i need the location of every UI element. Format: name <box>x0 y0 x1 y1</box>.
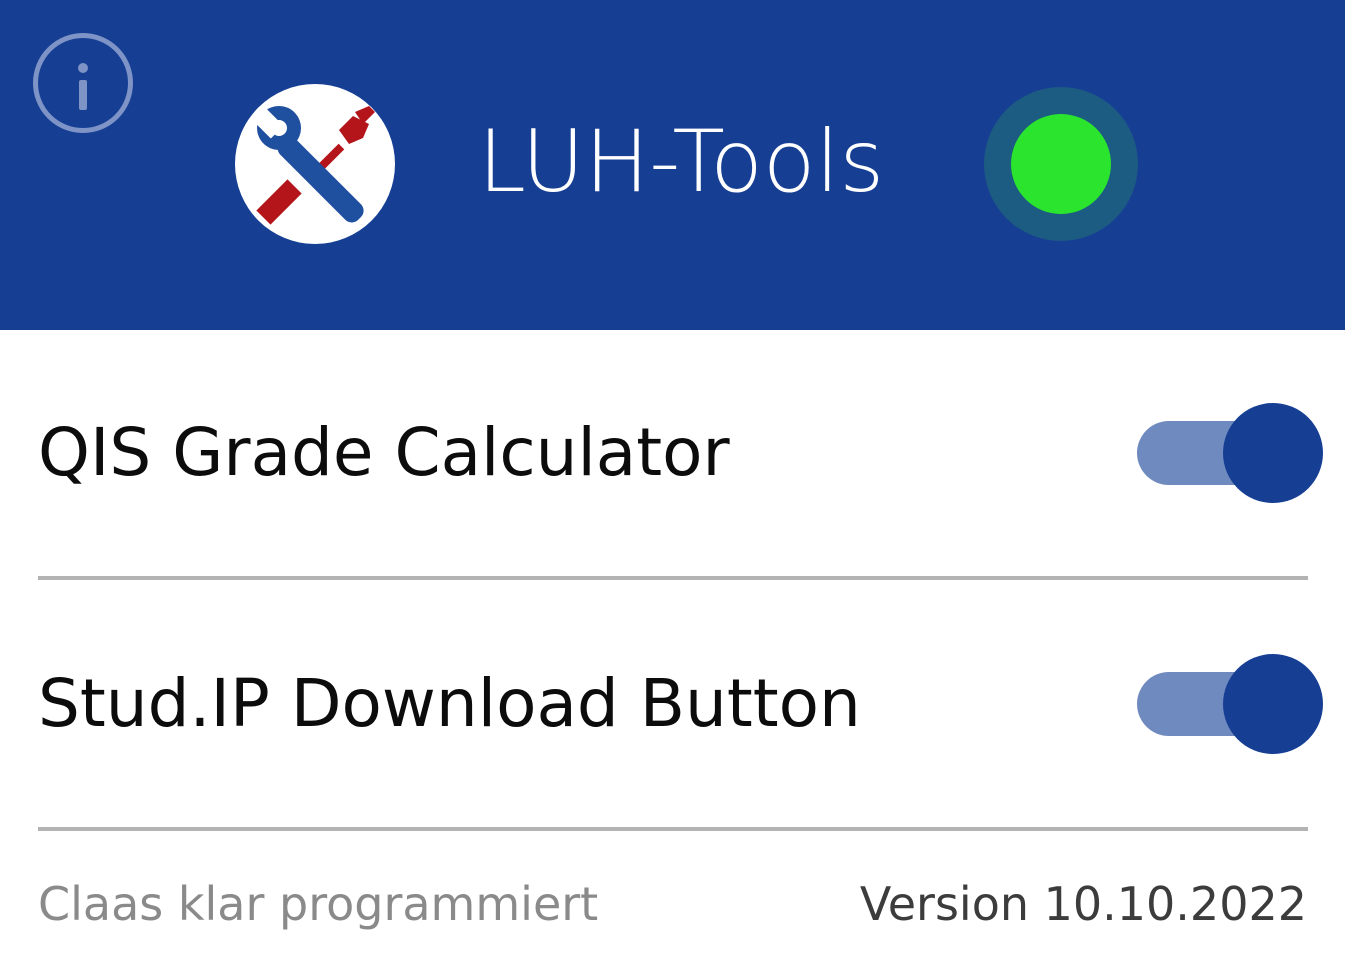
footer-credit: Claas klar programmiert <box>38 877 599 931</box>
info-icon <box>78 63 88 110</box>
info-button[interactable] <box>33 33 133 133</box>
studip-download-button-toggle[interactable] <box>1137 654 1323 754</box>
status-indicator <box>984 87 1138 241</box>
wrench-screwdriver-logo-icon <box>252 106 375 225</box>
setting-row-studip: Stud.IP Download Button <box>0 624 1345 784</box>
version-label: Version 10.10.2022 <box>859 877 1307 931</box>
toggle-knob <box>1223 654 1323 754</box>
setting-label: Stud.IP Download Button <box>38 665 861 742</box>
toggle-knob <box>1223 403 1323 503</box>
header-bar: LUH-Tools <box>0 0 1345 330</box>
app-logo <box>235 84 395 244</box>
app-title: LUH-Tools <box>478 112 885 212</box>
qis-grade-calculator-toggle[interactable] <box>1137 403 1323 503</box>
setting-label: QIS Grade Calculator <box>38 414 730 491</box>
status-dot-icon <box>1011 114 1111 214</box>
divider <box>38 576 1308 580</box>
setting-row-qis: QIS Grade Calculator <box>0 373 1345 533</box>
divider <box>38 827 1308 831</box>
